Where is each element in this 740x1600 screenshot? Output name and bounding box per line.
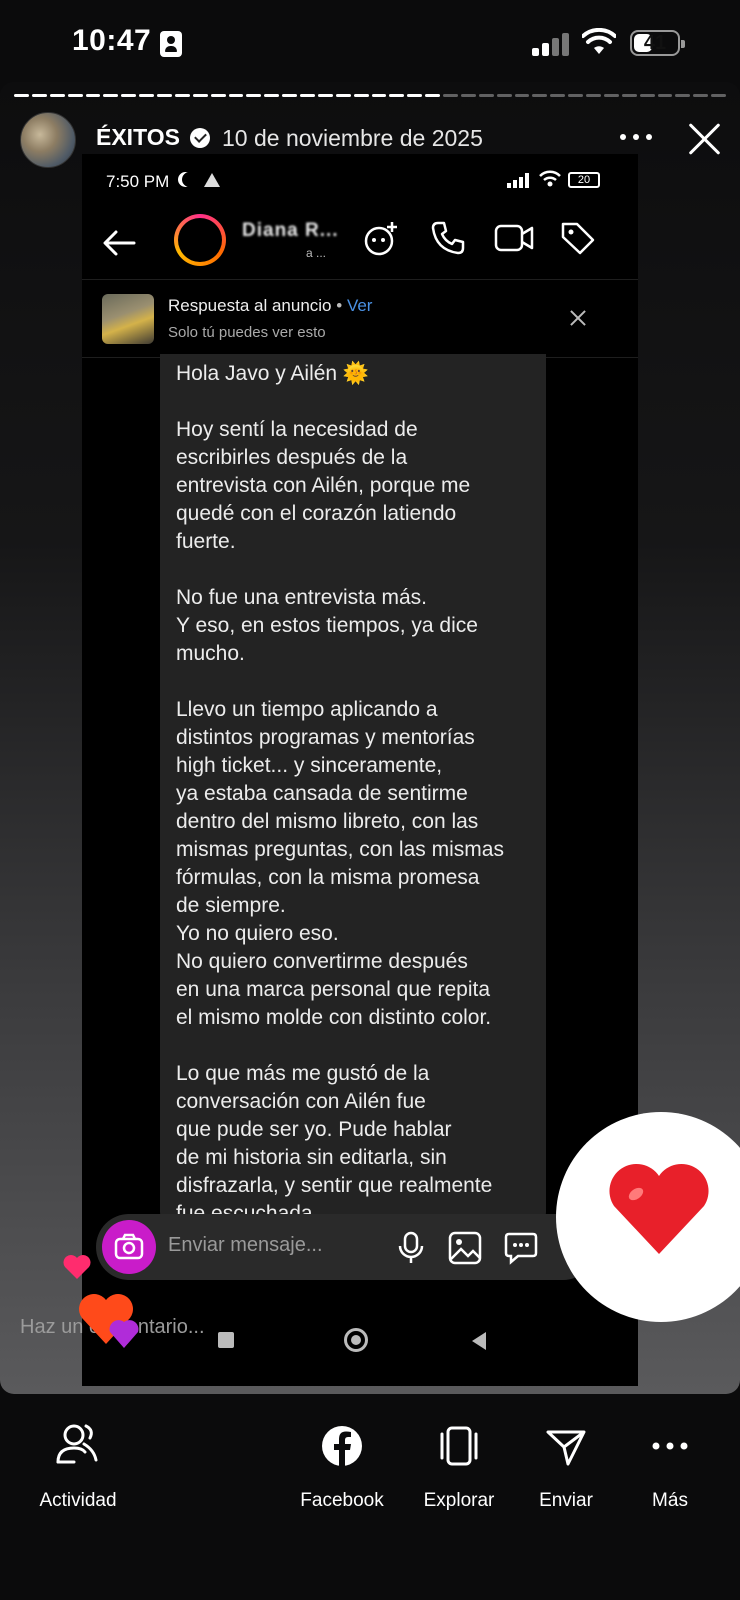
facebook-label: Facebook xyxy=(300,1490,384,1511)
facebook-button[interactable]: Facebook xyxy=(282,1420,402,1512)
phone-call-icon[interactable] xyxy=(430,220,466,256)
android-battery: 20 xyxy=(568,172,600,188)
wifi-icon xyxy=(582,28,616,54)
story-progress xyxy=(14,94,726,98)
android-status-bar: 7:50 PM 20 xyxy=(82,154,638,204)
message-paragraph: Hoy sentí la necesidad de escribirles de… xyxy=(176,418,471,553)
avatar[interactable] xyxy=(20,112,76,168)
status-time: 10:47 xyxy=(72,24,152,57)
close-icon[interactable] xyxy=(686,120,724,158)
verified-badge-icon xyxy=(190,128,210,148)
ad-view-link[interactable]: Ver xyxy=(347,296,373,315)
explore-label: Explorar xyxy=(423,1490,495,1511)
story-username[interactable]: ÉXITOS xyxy=(96,124,180,151)
home-icon[interactable] xyxy=(344,1328,368,1352)
recents-icon[interactable] xyxy=(218,1332,234,1348)
ad-reply-title: Respuesta al anuncio • Ver xyxy=(168,296,373,315)
signal-icon xyxy=(507,172,533,188)
send-icon xyxy=(546,1430,586,1466)
story-viewer[interactable]: ÉXITOS 10 de noviembre de 2025 7:50 PM 2… xyxy=(0,82,740,1394)
message-paragraph: Hola Javo y Ailén 🌞 xyxy=(176,362,370,385)
message-bubble: Hola Javo y Ailén 🌞 Hoy sentí la necesid… xyxy=(160,354,546,1234)
bottom-action-bar: Actividad Facebook Explorar Enviar Más xyxy=(0,1420,740,1600)
floating-hearts-icon xyxy=(79,1294,139,1348)
ai-sparkle-icon[interactable] xyxy=(362,220,400,258)
activity-button[interactable]: Actividad xyxy=(18,1420,138,1512)
more-button[interactable]: Más xyxy=(610,1420,730,1512)
message-input[interactable]: Enviar mensaje... xyxy=(168,1234,323,1257)
facebook-icon xyxy=(322,1426,362,1466)
more-options-icon[interactable] xyxy=(620,134,654,142)
back-arrow-icon[interactable] xyxy=(102,230,136,256)
label-tag-icon[interactable] xyxy=(560,220,596,256)
chat-avatar[interactable] xyxy=(174,214,226,266)
explore-button[interactable]: Explorar xyxy=(399,1420,519,1512)
cellular-signal-icon xyxy=(532,32,572,56)
ad-reply-subtitle: Solo tú puedes ver esto xyxy=(168,324,326,341)
ad-reply-banner: Respuesta al anuncio • Ver Solo tú puede… xyxy=(82,280,638,358)
explore-icon xyxy=(440,1426,478,1466)
camera-button[interactable] xyxy=(102,1220,156,1274)
status-bar: 10:47 41 xyxy=(0,0,740,84)
red-heart-icon xyxy=(609,1163,709,1254)
alert-triangle-icon xyxy=(204,173,220,187)
more-label: Más xyxy=(652,1490,688,1511)
story-date: 10 de noviembre de 2025 xyxy=(222,125,483,151)
back-icon[interactable] xyxy=(472,1332,486,1350)
more-icon xyxy=(652,1442,688,1450)
message-composer[interactable]: Enviar mensaje... xyxy=(96,1214,596,1280)
contact-card-icon xyxy=(160,31,182,57)
story-image: 7:50 PM 20 Diana R... a ... Respuesta al… xyxy=(82,154,638,1386)
moon-icon xyxy=(182,172,197,187)
activity-icon xyxy=(56,1424,98,1464)
message-paragraph: No fue una entrevista más. Y eso, en est… xyxy=(176,586,478,665)
activity-label: Actividad xyxy=(39,1490,117,1511)
send-label: Enviar xyxy=(539,1490,593,1511)
gallery-icon[interactable] xyxy=(448,1231,482,1265)
wifi-icon xyxy=(539,170,561,187)
chat-header: Diana R... a ... xyxy=(82,206,638,280)
chat-contact-name[interactable]: Diana R... xyxy=(242,220,339,242)
message-paragraph: Lo que más me gustó de la conversación c… xyxy=(176,1062,493,1225)
sticker-chat-icon[interactable] xyxy=(504,1231,538,1265)
battery-level: 41 xyxy=(643,32,667,54)
message-paragraph: Llevo un tiempo aplicando a distintos pr… xyxy=(176,698,504,1029)
video-call-icon[interactable] xyxy=(494,220,534,256)
camera-icon xyxy=(114,1233,144,1260)
send-button[interactable]: Enviar xyxy=(506,1420,626,1512)
microphone-icon[interactable] xyxy=(396,1231,426,1265)
heart-icon xyxy=(63,1255,91,1279)
chat-contact-subtitle: a ... xyxy=(306,246,327,260)
ad-thumbnail xyxy=(102,294,154,344)
battery-icon: 41 xyxy=(630,30,685,56)
ad-close-icon[interactable] xyxy=(568,308,588,328)
android-time: 7:50 PM xyxy=(106,172,170,191)
